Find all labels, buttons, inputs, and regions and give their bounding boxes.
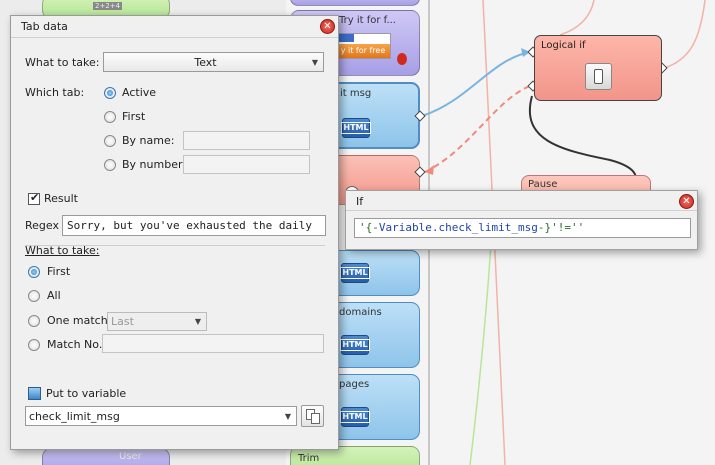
radio-take-one-match[interactable] (28, 315, 40, 327)
radio-take-first-label: First (47, 265, 71, 278)
block-domains-label: domains (339, 307, 382, 318)
tab-data-dialog: Tab data ✕ What to take: Text ▼ Which ta… (10, 15, 339, 450)
html-icon: HTML (340, 263, 370, 283)
chevron-down-icon: ▼ (194, 317, 202, 326)
chevron-down-icon: ▼ (311, 57, 319, 67)
html-icon: HTML (341, 118, 371, 138)
block-user-label: User (119, 451, 142, 462)
what-to-take-select[interactable]: Text ▼ (103, 52, 324, 72)
if-dialog-title: If (356, 195, 364, 208)
radio-take-one-match-label: One match (47, 314, 108, 327)
radio-tab-by-name-label: By name: (122, 134, 175, 147)
wire-blue (421, 51, 531, 117)
block-limit-msg-label: it msg (340, 88, 372, 99)
copy-button[interactable] (301, 405, 324, 427)
regex-label: Regex (25, 219, 59, 232)
bug-icon (397, 53, 407, 65)
close-icon[interactable]: ✕ (320, 19, 335, 34)
expr-close: -}'!='' (537, 221, 585, 234)
html-icon: HTML (340, 335, 370, 355)
radio-tab-first[interactable] (104, 111, 116, 123)
radio-take-match-no[interactable] (28, 339, 40, 351)
radio-tab-active[interactable] (104, 87, 116, 99)
dialog-title-bar[interactable]: Tab data ✕ (11, 16, 338, 38)
try-it-button-preview: y it for free (336, 44, 390, 58)
radio-tab-by-number-label: By number: (122, 158, 186, 171)
expr-variable: Variable.check_limit_msg (378, 221, 538, 234)
block-logical-if[interactable]: Logical if (534, 35, 662, 101)
switch-icon (585, 63, 612, 90)
radio-tab-active-label: Active (122, 86, 157, 99)
one-match-select[interactable]: Last ▼ (107, 312, 207, 331)
block-pause-label: Pause (528, 179, 558, 190)
result-label: Result (44, 192, 78, 205)
if-dialog-title-bar[interactable]: If ✕ (346, 191, 697, 211)
block-purple-top[interactable] (290, 0, 420, 6)
block-logical-if-label: Logical if (541, 40, 586, 51)
block-user[interactable]: User (42, 448, 170, 465)
regex-input[interactable]: Sorry, but you've exhausted the daily (62, 215, 326, 236)
try-it-preview: y it for free (335, 33, 391, 59)
block-pages-label: pages (339, 379, 370, 390)
result-checkbox[interactable] (28, 191, 40, 205)
match-number-input[interactable] (102, 334, 324, 353)
condition-input[interactable]: '{-Variable.check_limit_msg-}'!='' (354, 218, 691, 238)
variable-value: check_limit_msg (29, 409, 120, 423)
guide-wire-green (469, 224, 493, 465)
chevron-down-icon: ▼ (284, 411, 292, 421)
copy-icon-front (311, 413, 320, 424)
guide-wire-3 (663, 0, 706, 69)
block-try-it-label: Try it for f... (339, 15, 396, 26)
one-match-value: Last (111, 315, 134, 328)
expr-open: '{- (359, 221, 379, 234)
wire-dashed-arrow (425, 165, 434, 175)
tab-name-input[interactable] (183, 131, 310, 150)
radio-take-all[interactable] (28, 290, 40, 302)
radio-tab-by-name[interactable] (104, 135, 116, 147)
variable-icon (28, 387, 41, 400)
radio-tab-by-number[interactable] (104, 159, 116, 171)
radio-tab-first-label: First (122, 110, 146, 123)
wire-dashed (424, 85, 531, 173)
put-to-variable-label: Put to variable (46, 387, 127, 400)
which-tab-label: Which tab: (25, 86, 85, 99)
radio-take-match-no-label: Match No. (47, 338, 103, 351)
html-icon: HTML (340, 407, 370, 427)
dialog-title: Tab data (21, 20, 68, 33)
close-icon[interactable]: ✕ (679, 194, 694, 209)
block-trim-label: Trim (298, 453, 320, 464)
if-dialog: If ✕ '{-Variable.check_limit_msg-}'!='' (345, 190, 698, 250)
take-section-label: What to take: (25, 244, 100, 257)
what-to-take-label: What to take: (25, 56, 100, 69)
guide-wire-2 (559, 0, 595, 36)
tab-number-input[interactable] (183, 155, 310, 174)
radio-take-first[interactable] (28, 266, 40, 278)
what-to-take-value: Text (194, 55, 217, 69)
radio-take-all-label: All (47, 289, 61, 302)
variable-select[interactable]: check_limit_msg ▼ (25, 406, 297, 426)
block-num-label: 2+2+4 (93, 2, 123, 10)
